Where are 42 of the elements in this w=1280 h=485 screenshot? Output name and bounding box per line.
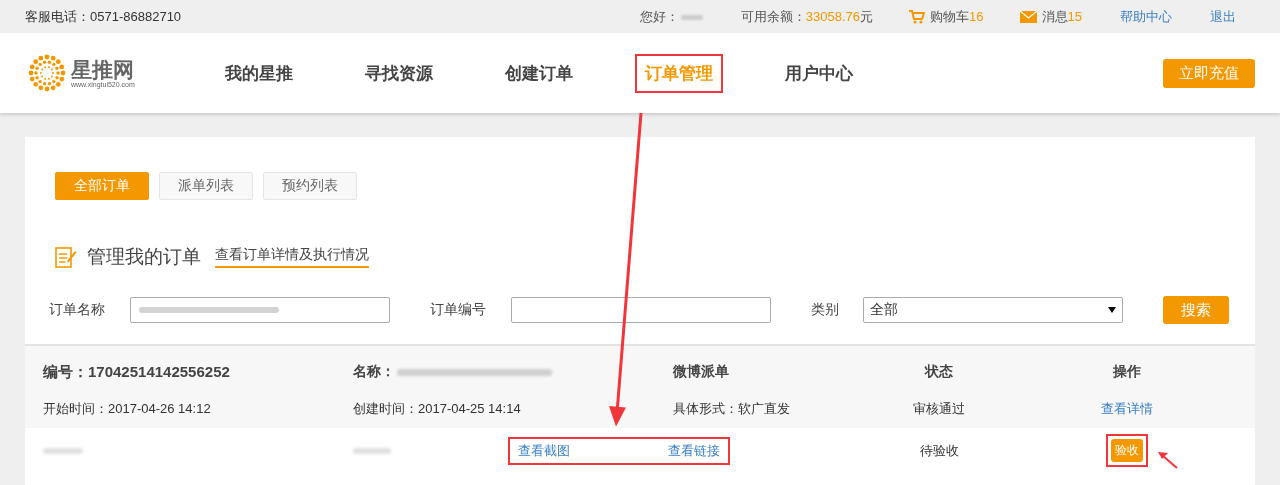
top-link[interactable]: 帮助中心: [1120, 7, 1172, 26]
section-link[interactable]: 查看订单详情及执行情况: [215, 246, 369, 268]
order-status: 审核通过: [912, 400, 966, 418]
field-label: 订单名称: [49, 301, 106, 319]
order-name-label: 名称：: [353, 363, 395, 381]
cart-link[interactable]: 购物车16: [930, 7, 984, 26]
top-link[interactable]: 退出: [1210, 7, 1236, 26]
balance-text: 可用余额：33058.76元: [740, 7, 874, 26]
nav-item[interactable]: 用户中心: [775, 53, 863, 93]
order-number: 编号：17042514142556252: [43, 362, 231, 382]
blurred-text: [353, 447, 391, 454]
order-type: 微博派单: [673, 363, 730, 381]
field-label: 类别: [811, 301, 840, 319]
created-time: 创建时间：2017-04-25 14:14: [353, 400, 522, 418]
nav-item[interactable]: 我的星推: [215, 53, 303, 93]
messages-link[interactable]: 消息15: [1041, 7, 1082, 26]
input-field[interactable]: [511, 297, 771, 323]
annotation-arrow: [1158, 452, 1178, 469]
hotline-text: 客服电话：0571-86882710: [25, 7, 182, 26]
input-field[interactable]: [130, 297, 390, 323]
section-title: 管理我的订单: [87, 245, 201, 269]
column-header: 操作: [1112, 363, 1142, 381]
note-edit-icon: [55, 246, 77, 268]
nav-item[interactable]: 创建订单: [495, 53, 583, 93]
nav-item[interactable]: 寻找资源: [355, 53, 443, 93]
row-link[interactable]: 查看截图: [518, 441, 570, 460]
cart-icon[interactable]: [909, 9, 926, 24]
caret-icon: [1108, 307, 1116, 313]
start-time: 开始时间：2017-04-26 14:12: [43, 400, 212, 418]
greeting-text: 您好：: [639, 7, 679, 26]
field-label: 订单编号: [430, 301, 487, 319]
row-link[interactable]: 查看链接: [668, 441, 720, 460]
blurred-text: [43, 447, 83, 454]
column-header: 状态: [923, 363, 954, 381]
logo-text: 星推网: [71, 58, 134, 81]
tab[interactable]: 预约列表: [263, 172, 357, 200]
row-status: 待验收: [918, 441, 960, 460]
tab[interactable]: 派单列表: [159, 172, 253, 200]
mail-icon[interactable]: [1019, 10, 1037, 23]
order-form: 具体形式：软广直发: [673, 400, 791, 418]
category-select[interactable]: 全部: [863, 297, 1123, 323]
detail-link[interactable]: 查看详情: [1101, 401, 1153, 416]
